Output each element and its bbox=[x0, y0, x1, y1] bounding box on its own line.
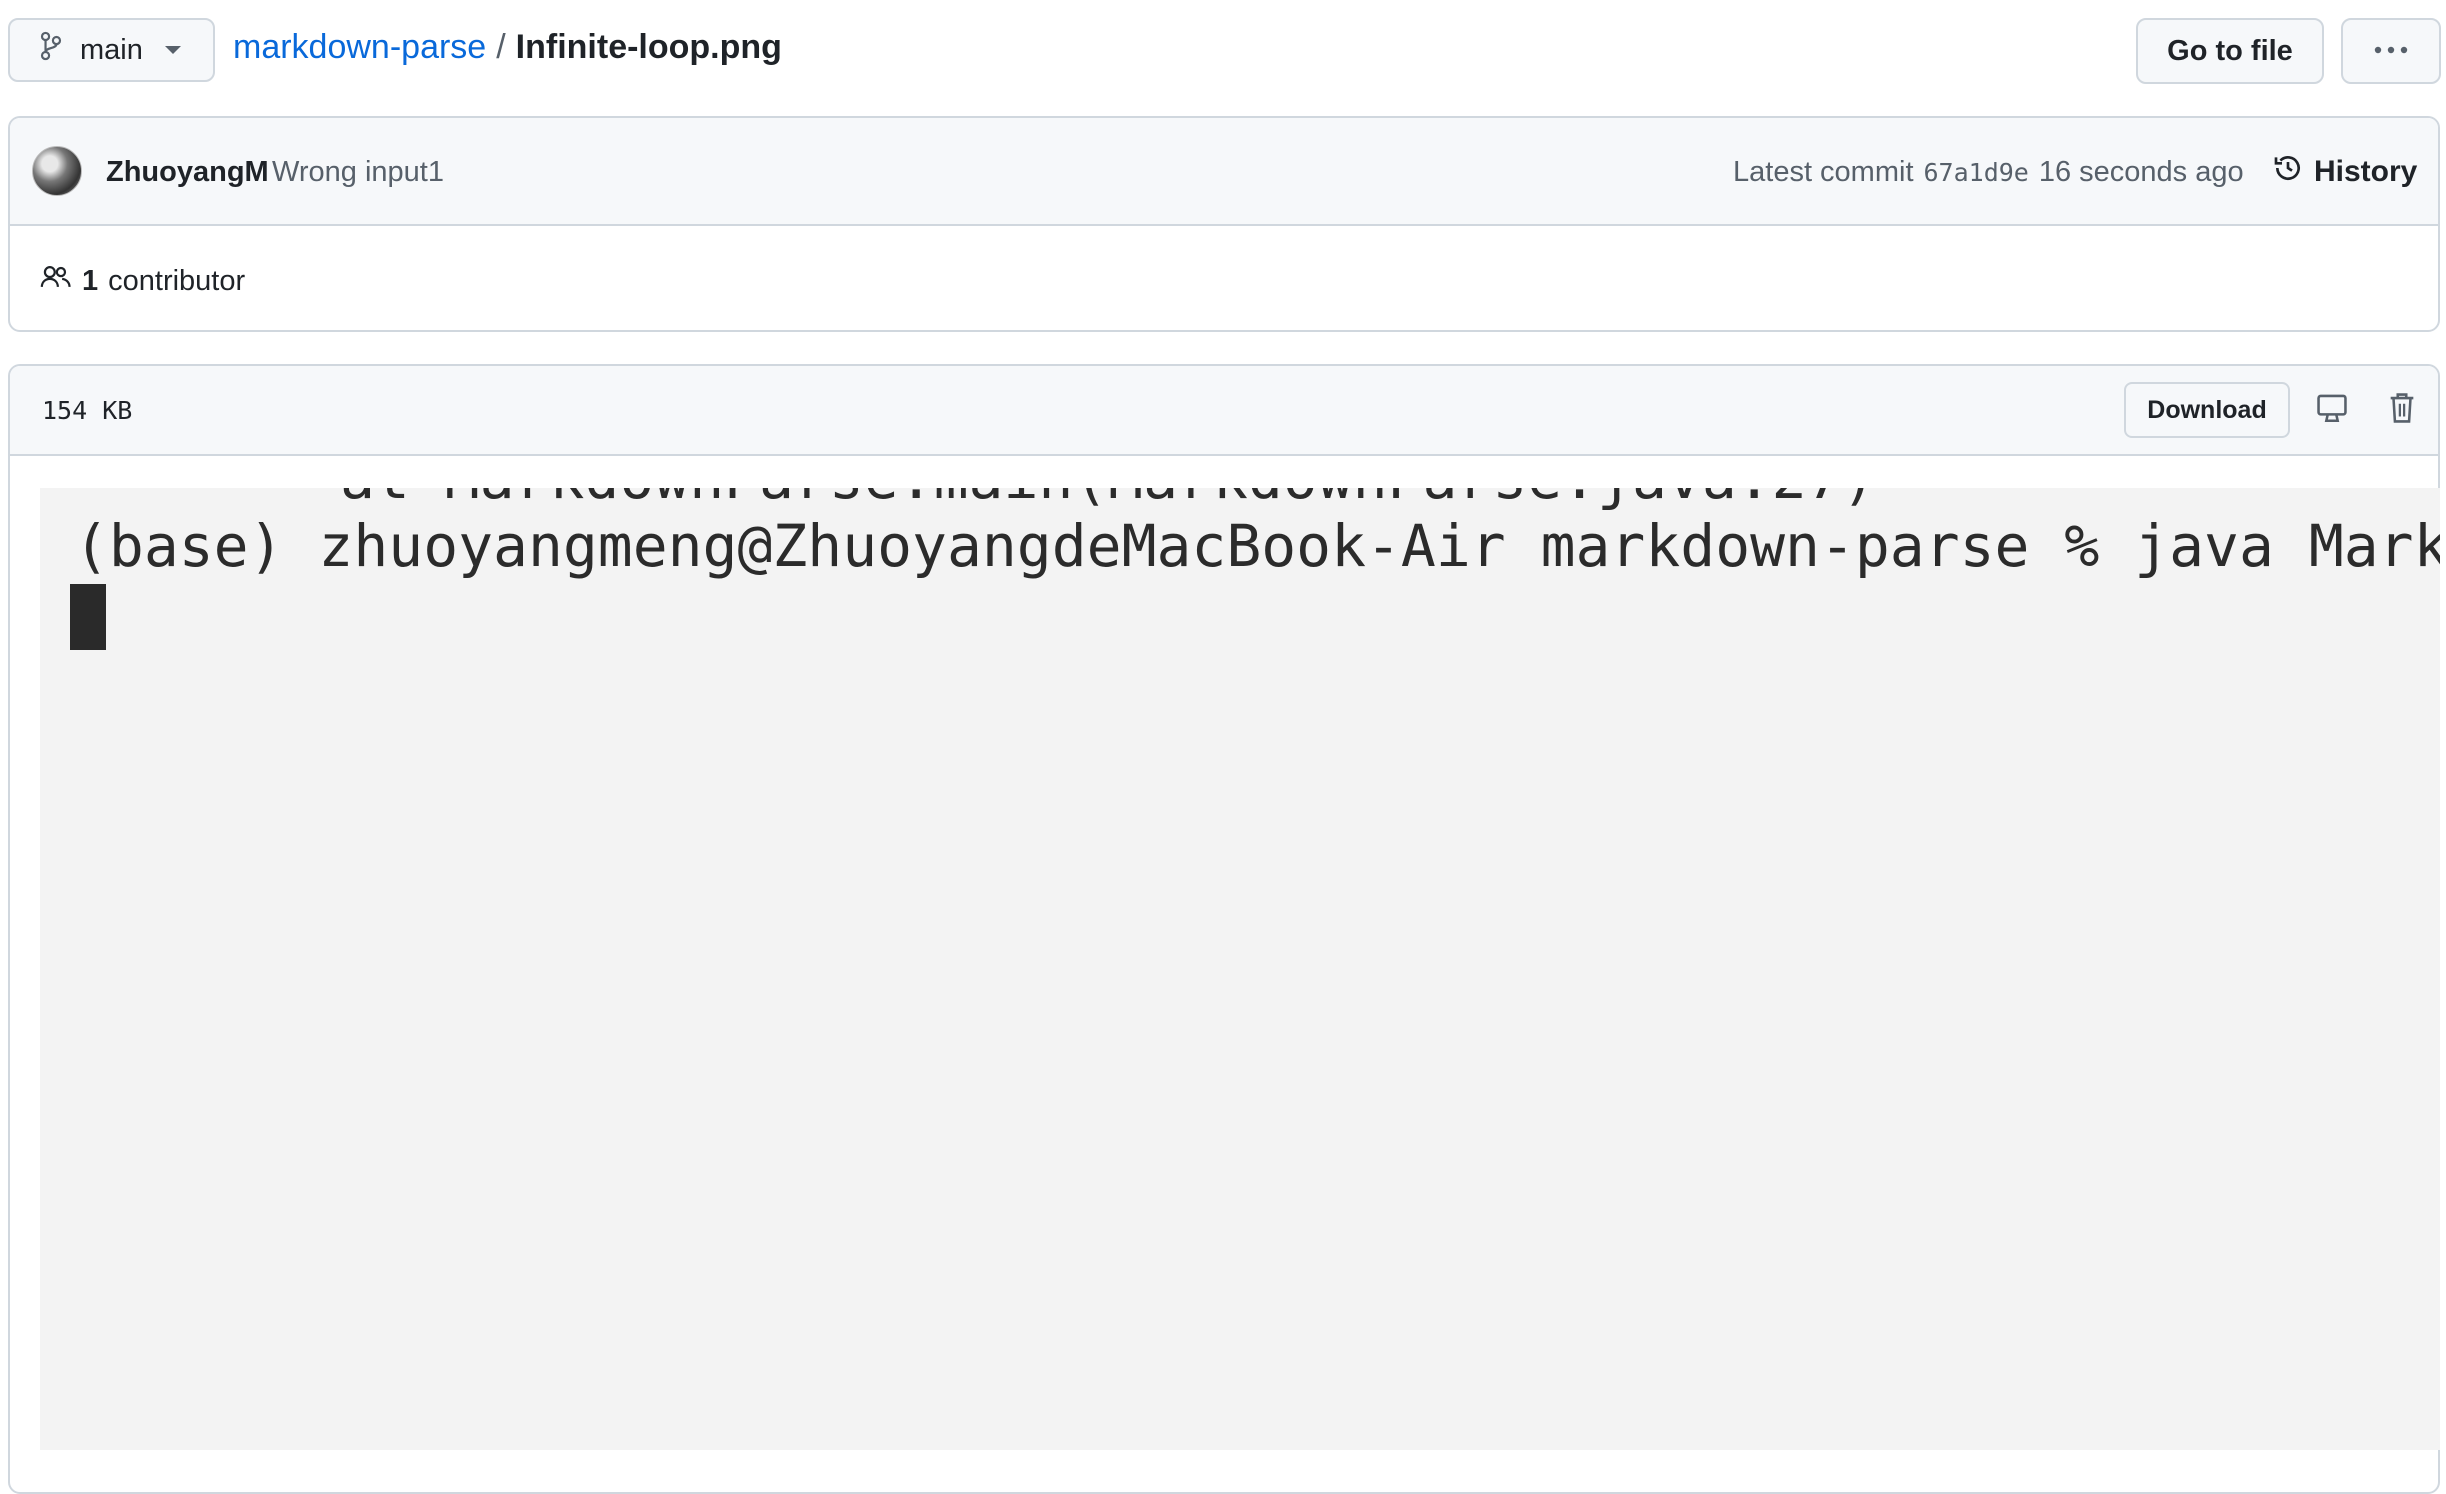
terminal-line-prompt: (base) zhuoyangmeng@ZhuoyangdeMacBook-Ai… bbox=[74, 512, 2440, 580]
file-viewer: 154 KB Download at MarkdownParse.main(Ma… bbox=[8, 364, 2440, 1494]
breadcrumb-separator: / bbox=[496, 28, 506, 66]
go-to-file-button[interactable]: Go to file bbox=[2136, 18, 2324, 84]
latest-commit-header: ZhuoyangM Wrong input1 Latest commit 67a… bbox=[10, 118, 2438, 226]
history-link[interactable]: History bbox=[2272, 152, 2417, 192]
latest-commit-info: Latest commit 67a1d9e 16 seconds ago bbox=[1733, 156, 2244, 189]
terminal-line-partial: at MarkdownParse.main(MarkdownParse.java… bbox=[340, 488, 1876, 512]
trash-icon bbox=[2387, 391, 2417, 430]
branch-select-button[interactable]: main bbox=[8, 18, 215, 82]
commit-box: ZhuoyangM Wrong input1 Latest commit 67a… bbox=[8, 116, 2440, 332]
terminal-cursor bbox=[70, 584, 106, 650]
history-icon bbox=[2272, 152, 2304, 192]
kebab-horizontal-icon bbox=[2373, 42, 2409, 60]
history-label: History bbox=[2314, 155, 2418, 188]
more-options-button[interactable] bbox=[2341, 18, 2441, 84]
breadcrumb-repo-link[interactable]: markdown-parse bbox=[233, 28, 486, 67]
file-header: 154 KB Download bbox=[10, 366, 2438, 456]
people-icon bbox=[40, 264, 72, 298]
contributors-link[interactable]: 1 contributor bbox=[40, 264, 245, 298]
open-desktop-button[interactable] bbox=[2312, 390, 2352, 430]
file-size: 154 KB bbox=[42, 396, 133, 425]
latest-commit-label: Latest commit bbox=[1733, 156, 1914, 188]
breadcrumb-file-name: Infinite-loop.png bbox=[515, 28, 782, 66]
avatar[interactable] bbox=[32, 146, 82, 196]
commit-sha[interactable]: 67a1d9e bbox=[1924, 158, 2029, 187]
commit-message[interactable]: Wrong input1 bbox=[272, 156, 444, 189]
display-icon bbox=[2315, 391, 2349, 430]
download-button[interactable]: Download bbox=[2124, 382, 2290, 438]
contributor-label: contributor bbox=[108, 264, 246, 297]
commit-author[interactable]: ZhuoyangM bbox=[106, 156, 269, 189]
branch-name: main bbox=[80, 33, 143, 66]
contributor-count: 1 bbox=[82, 264, 99, 297]
image-preview: at MarkdownParse.main(MarkdownParse.java… bbox=[40, 488, 2440, 1450]
delete-file-button[interactable] bbox=[2382, 390, 2422, 430]
commit-time: 16 seconds ago bbox=[2038, 156, 2244, 188]
git-branch-icon bbox=[40, 31, 62, 69]
breadcrumb: markdown-parse / Infinite-loop.png bbox=[233, 28, 782, 67]
caret-down-icon bbox=[164, 46, 181, 54]
